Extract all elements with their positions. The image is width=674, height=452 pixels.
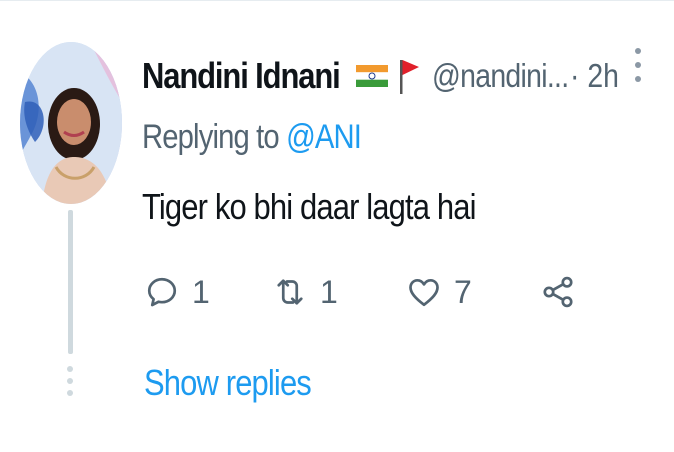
share-button[interactable]	[540, 268, 576, 316]
heart-icon	[409, 278, 439, 307]
like-count: 7	[454, 273, 472, 310]
retweet-button[interactable]: 1	[272, 268, 338, 316]
more-vertical-icon[interactable]	[630, 48, 646, 88]
replying-mention[interactable]: @ANI	[286, 118, 362, 156]
thread-dots	[66, 366, 74, 402]
reply-icon	[147, 277, 177, 307]
avatar-image	[20, 42, 122, 204]
replying-to: Replying to @ANI	[142, 118, 362, 157]
tweet-text: Tiger ko bhi daar lagta hai	[142, 186, 476, 227]
top-divider	[0, 0, 674, 1]
red-flag-icon	[398, 58, 420, 94]
reply-count: 1	[192, 273, 210, 310]
like-button[interactable]: 7	[406, 268, 472, 316]
thread-line	[68, 210, 73, 354]
replying-prefix: Replying to	[142, 118, 287, 156]
share-icon	[543, 276, 573, 308]
show-replies-link[interactable]: Show replies	[144, 362, 312, 404]
avatar[interactable]	[20, 42, 122, 204]
tweet-time[interactable]: · 2h	[570, 57, 619, 95]
retweet-icon	[277, 279, 303, 305]
tweet-header: Nandini Idnani @nandini... · 2h	[142, 54, 622, 98]
retweet-count: 1	[320, 273, 338, 310]
india-flag-icon	[355, 65, 388, 87]
reply-button[interactable]: 1	[144, 268, 210, 316]
author-handle[interactable]: @nandini...	[432, 57, 569, 95]
author-name[interactable]: Nandini Idnani	[142, 55, 341, 97]
